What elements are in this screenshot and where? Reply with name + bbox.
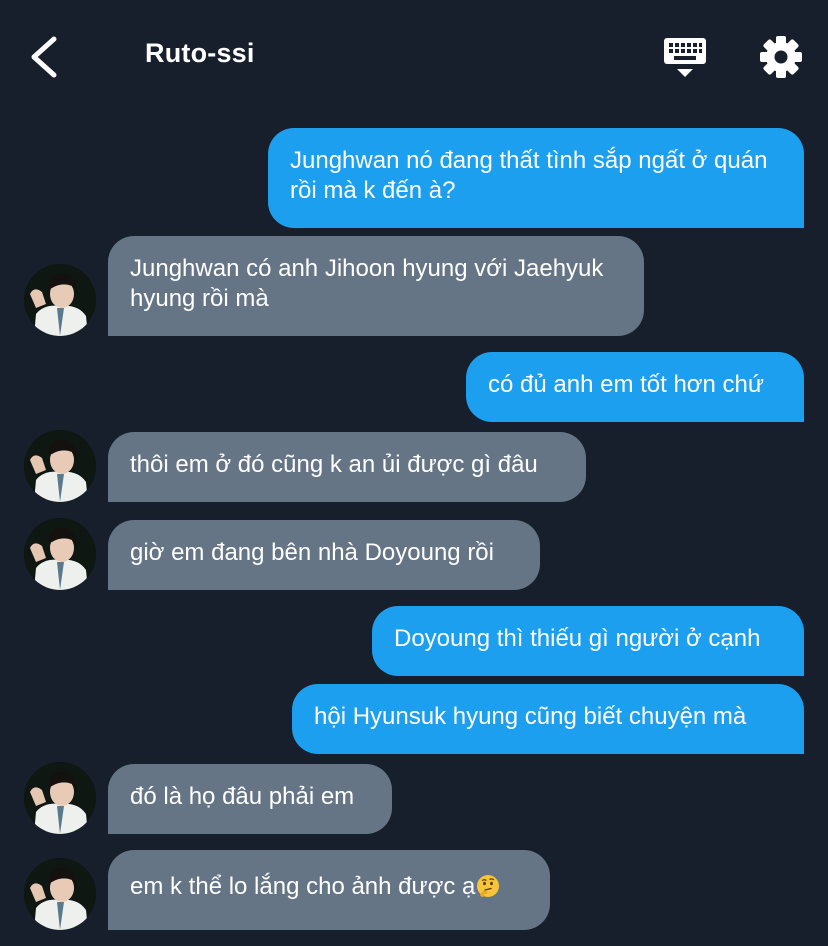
avatar[interactable] (24, 858, 96, 930)
incoming-message[interactable]: thôi em ở đó cũng k an ủi được gì đâu (108, 432, 586, 502)
avatar-photo (24, 518, 96, 590)
settings-button[interactable] (758, 34, 804, 80)
incoming-message[interactable]: Junghwan có anh Jihoon hyung với Jaehyuk… (108, 236, 644, 336)
message-text: đó là họ đâu phải em (130, 783, 355, 810)
thinking-face-emoji (477, 875, 500, 897)
gear-icon (760, 36, 802, 78)
message-text: có đủ anh em tốt hơn chứ (488, 371, 764, 398)
avatar-photo (24, 858, 96, 930)
chat-title: Ruto-ssi (145, 38, 255, 68)
chevron-left-icon (31, 36, 57, 78)
keyboard-button[interactable] (660, 36, 710, 80)
message-text: Junghwan nó đang thất tình sắp ngất ở qu… (290, 147, 768, 204)
avatar-photo (24, 430, 96, 502)
message-text: hội Hyunsuk hyung cũng biết chuyện mà (314, 703, 747, 730)
outgoing-message[interactable]: Doyoung thì thiếu gì người ở cạnh (372, 606, 804, 676)
outgoing-message[interactable]: Junghwan nó đang thất tình sắp ngất ở qu… (268, 128, 804, 228)
avatar-photo (24, 762, 96, 834)
message-text: giờ em đang bên nhà Doyoung rồi (130, 539, 494, 566)
incoming-message[interactable]: đó là họ đâu phải em (108, 764, 392, 834)
incoming-message[interactable]: em k thể lo lắng cho ảnh được ạ (108, 850, 550, 930)
message-text: thôi em ở đó cũng k an ủi được gì đâu (130, 451, 538, 478)
keyboard-icon (664, 38, 706, 77)
avatar-photo (24, 264, 96, 336)
back-button[interactable] (26, 34, 66, 80)
avatar[interactable] (24, 430, 96, 502)
outgoing-message[interactable]: hội Hyunsuk hyung cũng biết chuyện mà (292, 684, 804, 754)
outgoing-message[interactable]: có đủ anh em tốt hơn chứ (466, 352, 804, 422)
avatar[interactable] (24, 762, 96, 834)
chat-header: Ruto-ssi (0, 0, 828, 112)
avatar[interactable] (24, 518, 96, 590)
message-text: Doyoung thì thiếu gì người ở cạnh (394, 625, 761, 652)
avatar[interactable] (24, 264, 96, 336)
incoming-message[interactable]: giờ em đang bên nhà Doyoung rồi (108, 520, 540, 590)
message-text: Junghwan có anh Jihoon hyung với Jaehyuk… (130, 255, 604, 312)
message-text: em k thể lo lắng cho ảnh được ạ (130, 873, 476, 900)
